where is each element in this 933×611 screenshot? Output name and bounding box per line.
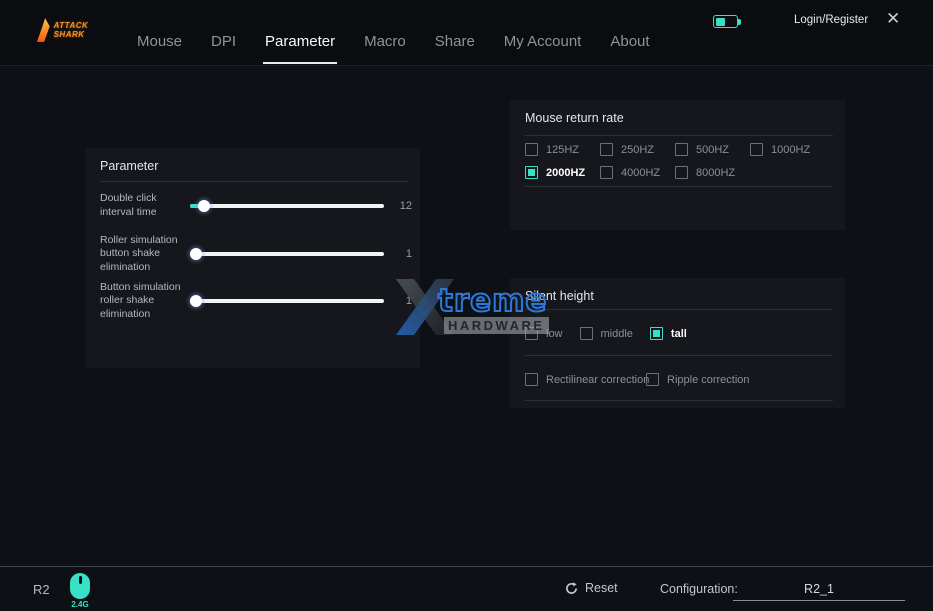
divider [100, 181, 408, 182]
checkbox-4000hz[interactable]: 4000HZ [600, 166, 675, 179]
checkbox-label: 4000HZ [621, 167, 660, 179]
device-name: R2 [33, 582, 50, 597]
checkbox-box[interactable] [525, 327, 538, 340]
slider-thumb[interactable] [190, 295, 202, 307]
close-icon[interactable]: ✕ [886, 10, 900, 27]
checkbox-box[interactable] [750, 143, 763, 156]
reset-label: Reset [585, 581, 618, 595]
slider-value: 1 [390, 295, 412, 307]
checkbox-box[interactable] [525, 143, 538, 156]
divider [525, 400, 833, 401]
checkbox-box[interactable] [650, 327, 663, 340]
slider-row-double-click: Double click interval time 12 [100, 188, 412, 224]
checkbox-box[interactable] [600, 143, 613, 156]
checkbox-label: 500HZ [696, 144, 729, 156]
login-register-button[interactable]: Login/Register [794, 14, 868, 26]
checkbox-8000hz[interactable]: 8000HZ [675, 166, 750, 179]
tab-dpi[interactable]: DPI [211, 33, 236, 65]
configuration-label: Configuration: [660, 582, 738, 596]
footer-bar: R2 2.4G Reset Configuration: R2_1 [0, 566, 933, 611]
checkbox-500hz[interactable]: 500HZ [675, 143, 750, 156]
checkbox-250hz[interactable]: 250HZ [600, 143, 675, 156]
checkbox-125hz[interactable]: 125HZ [525, 143, 600, 156]
tab-parameter[interactable]: Parameter [265, 33, 335, 65]
parameter-panel: Parameter Double click interval time 12 … [85, 148, 420, 368]
double-click-interval-slider[interactable] [190, 199, 384, 213]
reset-icon [565, 582, 578, 595]
checkbox-label: 125HZ [546, 144, 579, 156]
checkbox-low[interactable]: low [525, 327, 563, 340]
reset-button[interactable]: Reset [565, 581, 618, 595]
tab-mouse[interactable]: Mouse [137, 33, 182, 65]
slider-row-roller-shake: Roller simulation button shake eliminati… [100, 230, 412, 278]
checkbox-label: Rectilinear correction [546, 374, 649, 386]
divider [525, 135, 833, 136]
checkbox-box[interactable] [525, 373, 538, 386]
checkbox-label: 250HZ [621, 144, 654, 156]
divider [525, 309, 833, 310]
slider-value: 1 [390, 248, 412, 260]
checkbox-label: Ripple correction [667, 374, 750, 386]
slider-track[interactable] [190, 252, 384, 256]
tab-share[interactable]: Share [435, 33, 475, 65]
checkbox-box[interactable] [675, 166, 688, 179]
checkbox-label: middle [601, 328, 633, 340]
tab-about[interactable]: About [610, 33, 649, 65]
silent-height-panel: Silent height low middle tall Rectilinea… [510, 278, 845, 408]
mouse-wheel-slot [79, 576, 82, 584]
shark-fin-icon [36, 17, 51, 43]
battery-nub [738, 19, 741, 25]
battery-icon [713, 15, 743, 28]
slider-label: Double click interval time [100, 192, 188, 219]
checkbox-middle[interactable]: middle [580, 327, 633, 340]
checkbox-box[interactable] [646, 373, 659, 386]
app-window: ATTACK SHARK Mouse DPI Parameter Macro S… [0, 0, 933, 611]
brand-name: ATTACK SHARK [54, 21, 116, 39]
checkbox-1000hz[interactable]: 1000HZ [750, 143, 825, 156]
return-rate-row-2: 2000HZ 4000HZ 8000HZ [525, 166, 750, 179]
checkbox-box[interactable] [580, 327, 593, 340]
checkbox-label: low [546, 328, 563, 340]
silent-height-options: low middle tall [525, 327, 687, 340]
roller-shake-slider[interactable] [190, 247, 384, 261]
checkbox-ripple-correction[interactable]: Ripple correction [646, 373, 750, 386]
slider-thumb[interactable] [190, 248, 202, 260]
slider-label: Button simulation roller shake eliminati… [100, 281, 188, 322]
silent-height-title: Silent height [525, 289, 594, 303]
divider [525, 355, 833, 356]
slider-label: Roller simulation button shake eliminati… [100, 234, 188, 275]
checkbox-box[interactable] [600, 166, 613, 179]
tab-my-account[interactable]: My Account [504, 33, 582, 65]
divider [525, 186, 833, 187]
checkbox-box[interactable] [675, 143, 688, 156]
header: ATTACK SHARK Mouse DPI Parameter Macro S… [0, 0, 933, 66]
configuration-field[interactable]: R2_1 [733, 577, 905, 601]
mouse-device-indicator[interactable]: 2.4G [68, 573, 92, 611]
checkbox-rectilinear-correction[interactable]: Rectilinear correction [525, 373, 646, 386]
checkbox-box[interactable] [525, 166, 538, 179]
slider-row-button-shake: Button simulation roller shake eliminati… [100, 277, 412, 325]
return-rate-row-1: 125HZ 250HZ 500HZ 1000HZ [525, 143, 825, 156]
mouse-icon [70, 573, 90, 599]
checkbox-2000hz[interactable]: 2000HZ [525, 166, 600, 179]
brand-logo: ATTACK SHARK [36, 11, 116, 49]
slider-track[interactable] [190, 204, 384, 208]
checkbox-tall[interactable]: tall [650, 327, 687, 340]
slider-thumb[interactable] [198, 200, 210, 212]
parameter-panel-title: Parameter [100, 159, 158, 173]
button-shake-slider[interactable] [190, 294, 384, 308]
tab-macro[interactable]: Macro [364, 33, 406, 65]
slider-track[interactable] [190, 299, 384, 303]
mouse-return-rate-panel: Mouse return rate 125HZ 250HZ 500HZ 1000… [510, 100, 845, 230]
battery-fill [716, 18, 725, 26]
checkbox-label: 1000HZ [771, 144, 810, 156]
checkbox-label: 2000HZ [546, 167, 585, 179]
slider-value: 12 [390, 200, 412, 212]
checkbox-label: tall [671, 328, 687, 340]
checkbox-label: 8000HZ [696, 167, 735, 179]
correction-options: Rectilinear correction Ripple correction [525, 373, 750, 386]
main-nav: Mouse DPI Parameter Macro Share My Accou… [137, 33, 650, 65]
return-rate-title: Mouse return rate [525, 111, 624, 125]
connection-badge: 2.4G [68, 600, 92, 609]
